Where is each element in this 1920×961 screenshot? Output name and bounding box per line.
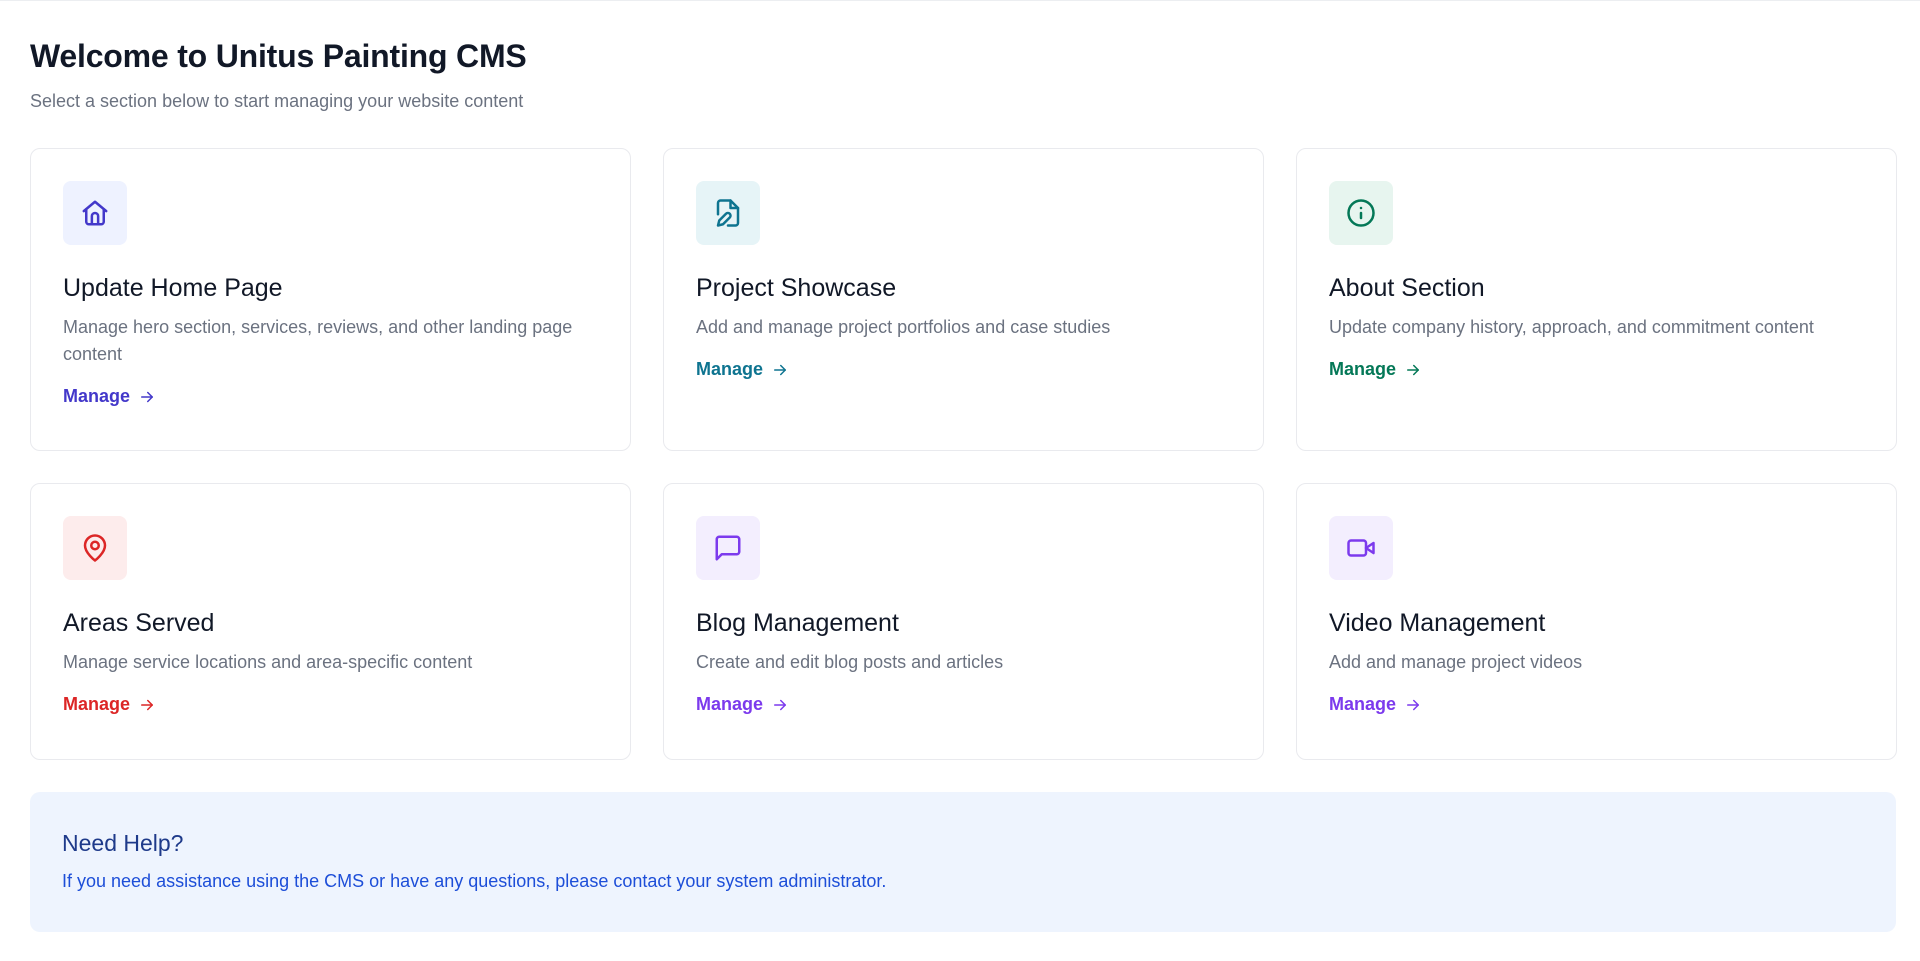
help-panel: Need Help? If you need assistance using … xyxy=(30,792,1896,932)
card-description: Add and manage project portfolios and ca… xyxy=(696,317,1111,337)
manage-link-project-showcase[interactable]: Manage xyxy=(696,359,789,380)
arrow-right-icon xyxy=(141,699,154,710)
card-about-section[interactable]: About Section Update company history, ap… xyxy=(1296,148,1897,451)
card-areas-served[interactable]: Areas Served Manage service locations an… xyxy=(30,483,631,760)
card-icon-box xyxy=(1329,516,1393,580)
manage-link-blog-management[interactable]: Manage xyxy=(696,694,789,715)
manage-link-areas-served[interactable]: Manage xyxy=(63,694,156,715)
card-title: About Section xyxy=(1329,274,1485,302)
section-cards-grid: Update Home Page Manage hero section, se… xyxy=(30,148,1897,760)
card-description: Manage service locations and area-specif… xyxy=(63,652,473,672)
page-title: Welcome to Unitus Painting CMS xyxy=(30,38,527,74)
card-video-management[interactable]: Video Management Add and manage project … xyxy=(1296,483,1897,760)
arrow-right-icon xyxy=(774,364,787,375)
message-square-icon xyxy=(715,535,741,561)
manage-link-label: Manage xyxy=(1329,694,1397,714)
card-icon-box xyxy=(696,181,760,245)
card-update-home-page[interactable]: Update Home Page Manage hero section, se… xyxy=(30,148,631,451)
card-icon-box xyxy=(696,516,760,580)
manage-link-home-page[interactable]: Manage xyxy=(63,386,156,407)
manage-link-label: Manage xyxy=(696,359,764,379)
arrow-right-icon xyxy=(141,391,154,402)
arrow-right-icon xyxy=(774,699,787,710)
manage-link-label: Manage xyxy=(696,694,764,714)
card-description: Manage hero section, services, reviews, … xyxy=(63,317,573,364)
card-icon-box xyxy=(63,181,127,245)
card-description: Update company history, approach, and co… xyxy=(1329,317,1814,337)
manage-link-label: Manage xyxy=(63,694,131,714)
home-icon xyxy=(82,200,108,226)
card-title: Blog Management xyxy=(696,609,899,637)
card-blog-management[interactable]: Blog Management Create and edit blog pos… xyxy=(663,483,1264,760)
info-icon xyxy=(1347,199,1375,227)
page-subtitle: Select a section below to start managing… xyxy=(30,91,524,111)
card-description: Create and edit blog posts and articles xyxy=(696,652,1004,672)
card-icon-box xyxy=(1329,181,1393,245)
arrow-right-icon xyxy=(1407,364,1420,375)
card-title: Video Management xyxy=(1329,609,1546,637)
file-edit-icon xyxy=(716,199,740,227)
manage-link-label: Manage xyxy=(1329,359,1397,379)
card-title: Project Showcase xyxy=(696,274,897,302)
card-project-showcase[interactable]: Project Showcase Add and manage project … xyxy=(663,148,1264,451)
manage-link-video-management[interactable]: Manage xyxy=(1329,694,1422,715)
top-divider xyxy=(0,0,1920,1)
manage-link-label: Manage xyxy=(63,386,131,406)
card-title: Update Home Page xyxy=(63,274,283,302)
help-title: Need Help? xyxy=(62,830,184,856)
card-description: Add and manage project videos xyxy=(1329,652,1583,672)
arrow-right-icon xyxy=(1407,699,1420,710)
help-text: If you need assistance using the CMS or … xyxy=(62,871,887,891)
card-icon-box xyxy=(63,516,127,580)
manage-link-about-section[interactable]: Manage xyxy=(1329,359,1422,380)
card-title: Areas Served xyxy=(63,609,215,637)
map-pin-icon xyxy=(83,534,107,562)
video-icon xyxy=(1347,539,1375,557)
